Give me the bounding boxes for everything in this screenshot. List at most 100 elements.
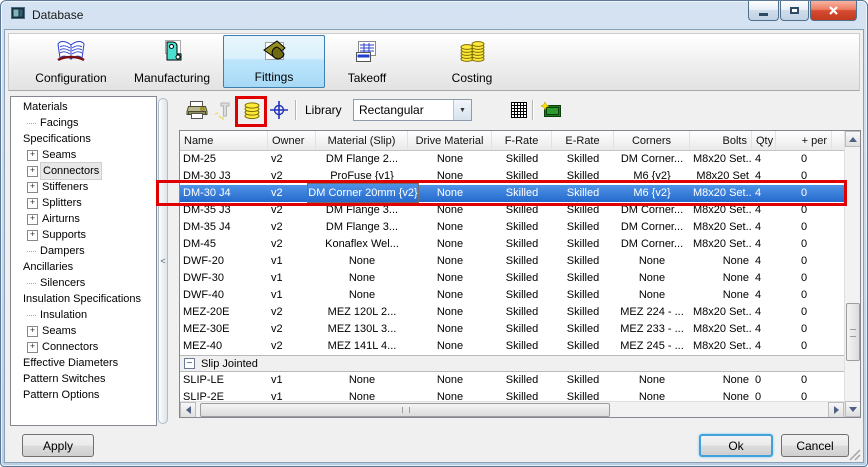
tab-configuration[interactable]: Configuration bbox=[23, 35, 119, 88]
resize-grip[interactable] bbox=[849, 448, 861, 461]
axes-grid-button[interactable] bbox=[267, 98, 291, 122]
tree-item[interactable]: Insulation bbox=[11, 307, 156, 323]
tab-costing[interactable]: Costing bbox=[433, 35, 511, 88]
scroll-up-button[interactable] bbox=[845, 131, 860, 147]
tree-item[interactable]: + Seams bbox=[11, 147, 156, 163]
tree-item[interactable]: Pattern Switches bbox=[11, 371, 156, 387]
column-header-f-rate[interactable]: F-Rate bbox=[492, 131, 552, 150]
ok-button[interactable]: Ok bbox=[699, 434, 773, 457]
tree-item[interactable]: + Supports bbox=[11, 227, 156, 243]
tree-item[interactable]: + Stiffeners bbox=[11, 179, 156, 195]
tree-item[interactable]: Materials bbox=[11, 99, 156, 115]
table-row[interactable]: MEZ-30E v2 MEZ 130L 3... None Skilled Sk… bbox=[180, 321, 844, 338]
tree-expander-icon[interactable]: + bbox=[27, 149, 38, 161]
close-button[interactable] bbox=[810, 1, 857, 21]
fittings-table: Name Owner Material (Slip) Drive Materia… bbox=[179, 130, 861, 418]
tree-item[interactable]: + Connectors bbox=[11, 162, 156, 180]
scroll-down-button[interactable] bbox=[845, 401, 860, 417]
cell-name: MEZ-30E bbox=[183, 323, 230, 335]
column-header-material-slip[interactable]: Material (Slip) bbox=[316, 131, 408, 150]
table-row[interactable]: DWF-20 v1 None None Skilled Skilled None… bbox=[180, 253, 844, 270]
column-header-owner[interactable]: Owner bbox=[268, 131, 316, 150]
library-combobox[interactable]: Rectangular ▼ bbox=[353, 99, 472, 121]
configuration-book-icon bbox=[54, 39, 88, 68]
tree-item[interactable]: Facings bbox=[11, 115, 156, 131]
table-row[interactable]: MEZ-20E v2 MEZ 120L 2... None Skilled Sk… bbox=[180, 304, 844, 321]
table-row[interactable]: DM-30 J4 v2 None Skilled Skilled M6 {v2}… bbox=[180, 185, 844, 202]
vertical-scrollbar-thumb[interactable] bbox=[846, 303, 860, 361]
grid-view-button[interactable] bbox=[507, 98, 531, 122]
print-button[interactable] bbox=[185, 98, 209, 122]
table-row[interactable]: SLIP-LE v1 None None Skilled Skilled Non… bbox=[180, 372, 844, 389]
maximize-button[interactable] bbox=[780, 1, 809, 21]
cell-corners: None bbox=[638, 374, 666, 386]
tree-expander-icon[interactable] bbox=[27, 250, 36, 252]
table-group-row[interactable]: − Slip Jointed bbox=[180, 355, 844, 372]
tree-expander-icon[interactable] bbox=[27, 122, 36, 124]
cell-plus-per: 0 bbox=[800, 170, 808, 182]
table-row[interactable]: DM-45 v2 Konaflex Wel... None Skilled Sk… bbox=[180, 236, 844, 253]
minimize-button[interactable] bbox=[748, 1, 779, 21]
collapse-splitter-icon: < bbox=[160, 256, 166, 266]
table-row[interactable]: DWF-40 v1 None None Skilled Skilled None… bbox=[180, 287, 844, 304]
table-row[interactable]: DWF-30 v1 None None Skilled Skilled None… bbox=[180, 270, 844, 287]
cell-material-slip: Konaflex Wel... bbox=[325, 238, 399, 250]
tree-expander-icon[interactable]: + bbox=[27, 325, 38, 337]
table-row[interactable]: MEZ-40 v2 MEZ 141L 4... None Skilled Ski… bbox=[180, 338, 844, 355]
tab-fittings[interactable]: Fittings bbox=[223, 35, 325, 88]
scroll-left-button[interactable] bbox=[180, 402, 196, 417]
vertical-scrollbar[interactable] bbox=[844, 131, 860, 417]
tab-manufacturing[interactable]: Manufacturing bbox=[123, 35, 221, 88]
column-header-qty[interactable]: Qty bbox=[752, 131, 776, 150]
tab-takeoff[interactable]: Takeoff bbox=[331, 35, 403, 88]
horizontal-scrollbar-thumb[interactable] bbox=[200, 403, 610, 417]
test-fitting-button[interactable] bbox=[213, 98, 237, 122]
tree-item[interactable]: + Airturns bbox=[11, 211, 156, 227]
tree-item[interactable]: Insulation Specifications bbox=[11, 291, 156, 307]
cancel-button[interactable]: Cancel bbox=[781, 434, 849, 457]
horizontal-scrollbar[interactable] bbox=[180, 401, 844, 417]
tree-item[interactable]: Dampers bbox=[11, 243, 156, 259]
tree-splitter[interactable]: < bbox=[158, 98, 168, 424]
tree-expander-icon[interactable] bbox=[27, 282, 36, 284]
cell-material-slip: None bbox=[348, 289, 376, 301]
tree-expander-icon[interactable] bbox=[27, 314, 36, 316]
collapse-group-icon[interactable]: − bbox=[184, 358, 195, 369]
tree-item[interactable]: + Splitters bbox=[11, 195, 156, 211]
tree-item[interactable]: Effective Diameters bbox=[11, 355, 156, 371]
tree-expander-icon[interactable]: + bbox=[27, 181, 38, 193]
tree-expander-icon[interactable]: + bbox=[27, 165, 38, 177]
column-header-drive-material[interactable]: Drive Material bbox=[408, 131, 492, 150]
column-header-plus-per[interactable]: + per bbox=[776, 131, 832, 150]
column-header-bolts[interactable]: Bolts bbox=[690, 131, 752, 150]
new-pattern-button[interactable] bbox=[539, 98, 563, 122]
tree-item[interactable]: Pattern Options bbox=[11, 387, 156, 403]
tree-item[interactable]: Silencers bbox=[11, 275, 156, 291]
column-header-e-rate[interactable]: E-Rate bbox=[552, 131, 614, 150]
tree-item[interactable]: + Seams bbox=[11, 323, 156, 339]
apply-button[interactable]: Apply bbox=[22, 434, 94, 457]
cell-material-slip: None bbox=[348, 391, 376, 401]
tree-expander-icon[interactable]: + bbox=[27, 229, 38, 241]
tree-expander-icon[interactable]: + bbox=[27, 197, 38, 209]
scroll-right-button[interactable] bbox=[828, 402, 844, 417]
cell-qty: 0 bbox=[755, 391, 762, 401]
tree-expander-icon[interactable]: + bbox=[27, 341, 38, 353]
table-row[interactable]: SLIP-2E v1 None None Skilled Skilled Non… bbox=[180, 389, 844, 401]
tree-item-label: Specifications bbox=[23, 133, 91, 145]
title-bar[interactable]: Database bbox=[1, 1, 867, 29]
table-row[interactable]: DM-35 J4 v2 DM Flange 3... None Skilled … bbox=[180, 219, 844, 236]
cell-corners: DM Corner... bbox=[620, 221, 684, 233]
tree-item[interactable]: + Connectors bbox=[11, 339, 156, 355]
table-row[interactable]: DM-25 v2 DM Flange 2... None Skilled Ski… bbox=[180, 151, 844, 168]
column-header-name[interactable]: Name bbox=[180, 131, 268, 150]
tree-item-label: Silencers bbox=[40, 277, 86, 289]
tree-expander-icon[interactable]: + bbox=[27, 213, 38, 225]
materials-coins-button[interactable] bbox=[240, 98, 264, 122]
tree-item[interactable]: Ancillaries bbox=[11, 259, 156, 275]
table-row[interactable]: DM-35 J3 v2 DM Flange 3... None Skilled … bbox=[180, 202, 844, 219]
cell-name: DM-30 J4 bbox=[183, 187, 231, 199]
column-header-corners[interactable]: Corners bbox=[614, 131, 690, 150]
tree-item[interactable]: Specifications bbox=[11, 131, 156, 147]
table-row[interactable]: DM-30 J3 v2 ProFuse {v1} None Skilled Sk… bbox=[180, 168, 844, 185]
